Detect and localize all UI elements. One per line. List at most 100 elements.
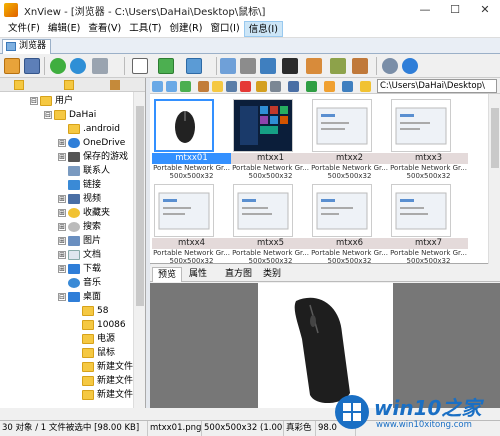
thumbnail-name: mtxx4 xyxy=(152,238,231,249)
binoculars-icon[interactable] xyxy=(198,81,209,92)
menu-info[interactable]: 信息(I) xyxy=(243,20,283,37)
tab-categories[interactable]: 类别 xyxy=(258,267,286,282)
select-icon[interactable] xyxy=(342,81,353,92)
tree-expander[interactable]: ⊟ xyxy=(30,97,38,105)
sort-icon[interactable] xyxy=(306,81,317,92)
menu-tools[interactable]: 工具(T) xyxy=(125,21,165,37)
copy-to-icon[interactable] xyxy=(256,81,267,92)
tree-scrollbar[interactable] xyxy=(133,92,145,408)
tree-node[interactable]: 新建文件 xyxy=(82,374,133,388)
tree-node[interactable]: ⊞ 文档 xyxy=(58,248,101,262)
page-setup-icon[interactable] xyxy=(132,58,148,74)
rename-icon[interactable] xyxy=(226,81,237,92)
move-to-icon[interactable] xyxy=(270,81,281,92)
folder-icon xyxy=(82,348,94,358)
thumbnail-item[interactable]: mtxx5 Portable Network Gr... 500x500x32 xyxy=(231,182,311,265)
tree-node[interactable]: 新建文件 xyxy=(82,388,133,402)
minimize-button[interactable]: — xyxy=(410,0,440,20)
tree-node[interactable]: ⊞ 下载 xyxy=(58,262,101,276)
desktop-icon xyxy=(68,292,80,302)
tree-node[interactable]: 电源 xyxy=(82,332,115,346)
menu-edit[interactable]: 编辑(E) xyxy=(44,21,84,37)
thumbnail-item[interactable]: mtxx4 Portable Network Gr... 500x500x32 xyxy=(152,182,232,265)
acquire-icon[interactable] xyxy=(92,58,108,74)
tab-browser[interactable]: 浏览器 xyxy=(2,39,52,54)
tree-node[interactable]: 58 xyxy=(82,304,108,318)
categories-tab-icon[interactable] xyxy=(110,80,120,90)
folders-tab-icon[interactable] xyxy=(14,80,24,90)
view-mode-icon[interactable] xyxy=(288,81,299,92)
thumbnail-size: 500x500x32 xyxy=(169,172,214,180)
tree-expander[interactable]: ⊞ xyxy=(58,237,66,245)
favorites-tab-icon[interactable] xyxy=(64,80,74,90)
tree-scrollbar-thumb[interactable] xyxy=(136,106,144,306)
tree-node[interactable]: ⊟ 桌面 xyxy=(58,290,101,304)
slideshow-icon[interactable] xyxy=(186,58,202,74)
convert-icon[interactable] xyxy=(158,58,174,74)
tree-node[interactable]: ⊞ 保存的游戏 xyxy=(58,150,128,164)
tree-node[interactable]: ⊟ DaHai xyxy=(44,108,96,122)
print-icon[interactable] xyxy=(240,58,256,74)
info-icon[interactable] xyxy=(402,58,418,74)
tree-expander[interactable]: ⊞ xyxy=(58,153,66,161)
tab-properties[interactable]: 属性 xyxy=(184,267,212,282)
tab-histogram[interactable]: 直方图 xyxy=(220,267,257,282)
forward-arrow-icon[interactable] xyxy=(166,81,177,92)
monitor-icon[interactable] xyxy=(260,58,276,74)
tree-expander[interactable]: ⊟ xyxy=(58,293,66,301)
tree-node[interactable]: ⊟ 用户 xyxy=(30,94,73,108)
back-arrow-icon[interactable] xyxy=(152,81,163,92)
film-icon[interactable] xyxy=(282,58,298,74)
new-folder-icon[interactable] xyxy=(212,81,223,92)
thumbnail-scrollbar-thumb[interactable] xyxy=(491,108,499,168)
tree-node[interactable]: ⊞ 视频 xyxy=(58,192,101,206)
menu-create[interactable]: 创建(R) xyxy=(165,21,206,37)
tab-preview[interactable]: 预览 xyxy=(152,267,183,282)
web-page-icon[interactable] xyxy=(330,58,346,74)
refresh-icon[interactable] xyxy=(50,58,66,74)
thumbnail-item[interactable]: mtxx3 Portable Network Gr... 500x500x32 xyxy=(389,97,469,180)
menu-file[interactable]: 文件(F) xyxy=(4,21,44,37)
tree-expander[interactable]: ⊞ xyxy=(58,139,66,147)
fullscreen-icon[interactable] xyxy=(24,58,40,74)
tree-expander[interactable]: ⊞ xyxy=(58,251,66,259)
menu-window[interactable]: 窗口(I) xyxy=(206,21,243,37)
maximize-button[interactable]: ☐ xyxy=(440,0,470,20)
tree-expander[interactable]: ⊞ xyxy=(58,265,66,273)
capture-icon[interactable] xyxy=(306,58,322,74)
browser-mode-icon[interactable] xyxy=(4,58,20,74)
close-button[interactable]: ✕ xyxy=(470,0,500,20)
tree-expander[interactable]: ⊞ xyxy=(58,195,66,203)
tree-node[interactable]: 音乐 xyxy=(68,276,101,290)
tree-expander[interactable]: ⊞ xyxy=(58,209,66,217)
delete-icon[interactable] xyxy=(240,81,251,92)
filter-icon[interactable] xyxy=(324,81,335,92)
tree-node[interactable]: ⊞ 搜索 xyxy=(58,220,101,234)
menu-view[interactable]: 查看(V) xyxy=(84,21,125,37)
path-combobox[interactable]: C:\Users\DaHai\Desktop\ xyxy=(377,79,497,93)
thumbnail-item[interactable]: mtxx6 Portable Network Gr... 500x500x32 xyxy=(310,182,390,265)
gear-icon[interactable] xyxy=(382,58,398,74)
thumbnail-scrollbar[interactable] xyxy=(488,94,500,264)
tree-node[interactable]: ⊞ 收藏夹 xyxy=(58,206,110,220)
tree-node[interactable]: 链接 xyxy=(68,178,101,192)
rating-star-icon[interactable] xyxy=(360,81,371,92)
thumbnail-item[interactable]: mtxx1 Portable Network Gr... 500x500x32 xyxy=(231,97,311,180)
sync-icon[interactable] xyxy=(70,58,86,74)
tree-node[interactable]: ⊞ 图片 xyxy=(58,234,101,248)
contact-sheet-icon[interactable] xyxy=(352,58,368,74)
tree-node[interactable]: 联系人 xyxy=(68,164,110,178)
thumbnail-item[interactable]: mtxx01 Portable Network Gr... 500x500x32 xyxy=(152,97,232,180)
tree-node[interactable]: 10086 xyxy=(82,318,126,332)
tree-expander[interactable]: ⊞ xyxy=(58,223,66,231)
thumbnail-item[interactable]: mtxx2 Portable Network Gr... 500x500x32 xyxy=(310,97,390,180)
up-arrow-icon[interactable] xyxy=(180,81,191,92)
thumbnail-item[interactable]: mtxx7 Portable Network Gr... 500x500x32 xyxy=(389,182,469,265)
tree-expander[interactable]: ⊟ xyxy=(44,111,52,119)
thumbnail-view-icon[interactable] xyxy=(220,58,236,74)
tree-node[interactable]: .android xyxy=(68,122,120,136)
tree-node[interactable]: 鼠标 xyxy=(82,346,115,360)
tree-node[interactable]: 新建文件 xyxy=(82,360,133,374)
tree-node[interactable]: ⊞ OneDrive xyxy=(58,136,125,150)
xnview-app-icon[interactable] xyxy=(4,3,18,17)
